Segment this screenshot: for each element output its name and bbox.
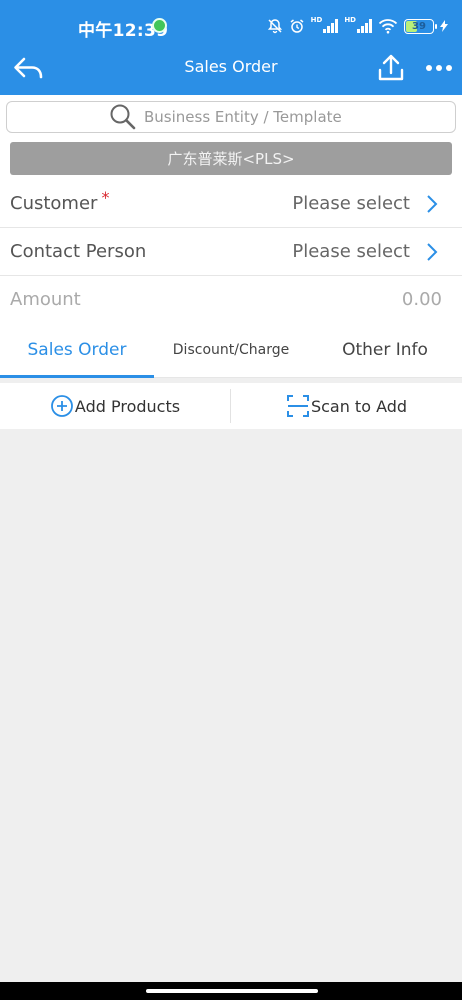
system-navigation-bar — [0, 982, 462, 1000]
share-button[interactable] — [374, 50, 408, 86]
app-header: 中午12:39 HD HD 39 Sales Order — [0, 0, 462, 95]
product-list-area — [0, 430, 462, 982]
wechat-badge-icon — [152, 18, 167, 33]
tab-sales-order[interactable]: Sales Order — [0, 322, 154, 378]
scan-to-add-button[interactable]: Scan to Add — [231, 383, 462, 429]
amount-field: Amount 0.00 — [0, 276, 462, 324]
tab-discount-charge[interactable]: Discount/Charge — [154, 322, 308, 378]
search-box[interactable] — [6, 101, 456, 133]
customer-label-text: Customer — [10, 193, 98, 214]
entity-section: 广东普莱斯<PLS> — [0, 140, 462, 180]
chevron-right-icon — [427, 195, 438, 213]
more-dot-icon — [446, 65, 452, 71]
charging-icon — [440, 20, 448, 32]
more-options-button[interactable] — [420, 52, 458, 84]
amount-value: 0.00 — [401, 289, 442, 310]
business-entity-button[interactable]: 广东普莱斯<PLS> — [10, 142, 452, 175]
customer-label: Customer * — [10, 188, 109, 214]
contact-person-value: Please select — [292, 241, 410, 262]
scan-to-add-label: Scan to Add — [310, 396, 408, 416]
tab-other-info[interactable]: Other Info — [308, 322, 462, 378]
bell-mute-icon — [267, 18, 283, 34]
alarm-icon — [289, 18, 305, 34]
plus-circle-icon — [51, 395, 73, 417]
active-tab-indicator — [0, 375, 154, 378]
wifi-icon — [378, 18, 398, 34]
upload-icon — [378, 54, 404, 81]
battery-level: 39 — [412, 20, 426, 32]
battery-icon: 39 — [404, 18, 437, 34]
status-bar: 中午12:39 HD HD 39 — [0, 0, 462, 52]
contact-person-field[interactable]: Contact Person Please select — [0, 228, 462, 276]
search-icon — [110, 104, 136, 130]
signal-2-icon: HD — [344, 16, 372, 33]
navigation-bar: Sales Order — [0, 48, 462, 90]
search-section — [0, 95, 462, 140]
tab-bar: Sales Order Discount/Charge Other Info — [0, 322, 462, 378]
search-input[interactable] — [144, 108, 354, 126]
customer-field[interactable]: Customer * Please select — [0, 180, 462, 228]
product-actions: Add Products Scan to Add — [0, 383, 462, 429]
add-products-button[interactable]: Add Products — [0, 383, 230, 429]
customer-value: Please select — [292, 193, 410, 214]
more-dot-icon — [436, 65, 442, 71]
scan-icon — [286, 395, 309, 417]
signal-1-icon: HD — [311, 16, 339, 33]
chevron-right-icon — [427, 243, 438, 261]
add-products-label: Add Products — [74, 396, 181, 416]
contact-person-label: Contact Person — [10, 241, 147, 262]
required-mark: * — [101, 188, 110, 207]
amount-label: Amount — [10, 289, 81, 310]
home-indicator[interactable] — [146, 989, 318, 993]
status-icons: HD HD 39 — [267, 14, 448, 38]
more-dot-icon — [426, 65, 432, 71]
